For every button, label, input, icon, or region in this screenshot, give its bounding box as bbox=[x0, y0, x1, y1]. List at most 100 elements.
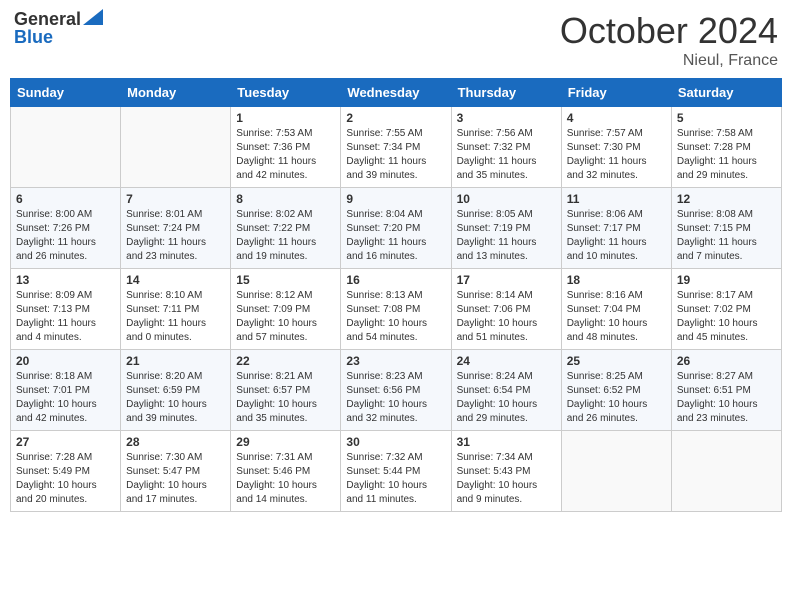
day-number: 24 bbox=[457, 354, 556, 368]
cell-details: Sunrise: 7:28 AMSunset: 5:49 PMDaylight:… bbox=[16, 452, 97, 505]
day-number: 26 bbox=[677, 354, 776, 368]
calendar-cell: 20 Sunrise: 8:18 AMSunset: 7:01 PMDayligh… bbox=[11, 350, 121, 431]
cell-details: Sunrise: 8:21 AMSunset: 6:57 PMDaylight:… bbox=[236, 371, 317, 424]
cell-details: Sunrise: 7:30 AMSunset: 5:47 PMDaylight:… bbox=[126, 452, 207, 505]
day-number: 25 bbox=[567, 354, 666, 368]
calendar-week-row: 13Sunrise: 8:09 AMSunset: 7:13 PMDayligh… bbox=[11, 269, 782, 350]
day-number: 18 bbox=[567, 273, 666, 287]
day-header-monday: Monday bbox=[121, 79, 231, 107]
logo-blue-text: Blue bbox=[14, 28, 53, 46]
day-number: 10 bbox=[457, 192, 556, 206]
calendar-cell bbox=[121, 107, 231, 188]
day-number: 12 bbox=[677, 192, 776, 206]
calendar-cell: 22 Sunrise: 8:21 AMSunset: 6:57 PMDayligh… bbox=[231, 350, 341, 431]
calendar-cell: 25 Sunrise: 8:25 AMSunset: 6:52 PMDayligh… bbox=[561, 350, 671, 431]
calendar-cell: 27 Sunrise: 7:28 AMSunset: 5:49 PMDayligh… bbox=[11, 431, 121, 512]
day-number: 22 bbox=[236, 354, 335, 368]
day-header-sunday: Sunday bbox=[11, 79, 121, 107]
month-title: October 2024 bbox=[560, 10, 778, 52]
calendar-cell: 23 Sunrise: 8:23 AMSunset: 6:56 PMDayligh… bbox=[341, 350, 451, 431]
cell-details: Sunrise: 8:24 AMSunset: 6:54 PMDaylight:… bbox=[457, 371, 538, 424]
calendar-cell: 28Sunrise: 7:30 AMSunset: 5:47 PMDayligh… bbox=[121, 431, 231, 512]
day-header-saturday: Saturday bbox=[671, 79, 781, 107]
day-number: 2 bbox=[346, 111, 445, 125]
calendar-cell: 30Sunrise: 7:32 AMSunset: 5:44 PMDayligh… bbox=[341, 431, 451, 512]
calendar-cell bbox=[11, 107, 121, 188]
calendar-cell: 17 Sunrise: 8:14 AMSunset: 7:06 PMDayligh… bbox=[451, 269, 561, 350]
cell-details: Sunrise: 8:12 AMSunset: 7:09 PMDaylight:… bbox=[236, 290, 317, 343]
calendar-cell: 9Sunrise: 8:04 AMSunset: 7:20 PMDaylight… bbox=[341, 188, 451, 269]
logo-general-text: General bbox=[14, 10, 81, 28]
calendar-cell: 29Sunrise: 7:31 AMSunset: 5:46 PMDayligh… bbox=[231, 431, 341, 512]
cell-details: Sunrise: 8:00 AMSunset: 7:26 PMDaylight:… bbox=[16, 209, 96, 262]
day-number: 17 bbox=[457, 273, 556, 287]
calendar-cell: 5 Sunrise: 7:58 AMSunset: 7:28 PMDaylight… bbox=[671, 107, 781, 188]
cell-details: Sunrise: 7:58 AMSunset: 7:28 PMDaylight:… bbox=[677, 128, 757, 181]
cell-details: Sunrise: 8:08 AMSunset: 7:15 PMDaylight:… bbox=[677, 209, 757, 262]
cell-details: Sunrise: 7:34 AMSunset: 5:43 PMDaylight:… bbox=[457, 452, 538, 505]
day-header-friday: Friday bbox=[561, 79, 671, 107]
cell-details: Sunrise: 8:02 AMSunset: 7:22 PMDaylight:… bbox=[236, 209, 316, 262]
calendar-cell: 7 Sunrise: 8:01 AMSunset: 7:24 PMDaylight… bbox=[121, 188, 231, 269]
cell-details: Sunrise: 8:20 AMSunset: 6:59 PMDaylight:… bbox=[126, 371, 207, 424]
calendar-cell: 24 Sunrise: 8:24 AMSunset: 6:54 PMDayligh… bbox=[451, 350, 561, 431]
day-number: 29 bbox=[236, 435, 335, 449]
day-number: 11 bbox=[567, 192, 666, 206]
calendar-cell: 19 Sunrise: 8:17 AMSunset: 7:02 PMDayligh… bbox=[671, 269, 781, 350]
cell-details: Sunrise: 8:05 AMSunset: 7:19 PMDaylight:… bbox=[457, 209, 537, 262]
calendar-cell: 10 Sunrise: 8:05 AMSunset: 7:19 PMDayligh… bbox=[451, 188, 561, 269]
cell-details: Sunrise: 8:09 AMSunset: 7:13 PMDaylight:… bbox=[16, 290, 96, 343]
cell-details: Sunrise: 8:23 AMSunset: 6:56 PMDaylight:… bbox=[346, 371, 427, 424]
calendar-header-row: SundayMondayTuesdayWednesdayThursdayFrid… bbox=[11, 79, 782, 107]
calendar-cell: 4 Sunrise: 7:57 AMSunset: 7:30 PMDaylight… bbox=[561, 107, 671, 188]
day-number: 20 bbox=[16, 354, 115, 368]
calendar-week-row: 20 Sunrise: 8:18 AMSunset: 7:01 PMDayligh… bbox=[11, 350, 782, 431]
cell-details: Sunrise: 7:55 AMSunset: 7:34 PMDaylight:… bbox=[346, 128, 426, 181]
calendar-week-row: 6Sunrise: 8:00 AMSunset: 7:26 PMDaylight… bbox=[11, 188, 782, 269]
cell-details: Sunrise: 8:27 AMSunset: 6:51 PMDaylight:… bbox=[677, 371, 758, 424]
cell-details: Sunrise: 8:13 AMSunset: 7:08 PMDaylight:… bbox=[346, 290, 427, 343]
calendar-cell: 3 Sunrise: 7:56 AMSunset: 7:32 PMDaylight… bbox=[451, 107, 561, 188]
day-number: 7 bbox=[126, 192, 225, 206]
cell-details: Sunrise: 7:57 AMSunset: 7:30 PMDaylight:… bbox=[567, 128, 647, 181]
calendar-cell bbox=[561, 431, 671, 512]
day-number: 27 bbox=[16, 435, 115, 449]
day-header-thursday: Thursday bbox=[451, 79, 561, 107]
cell-details: Sunrise: 7:56 AMSunset: 7:32 PMDaylight:… bbox=[457, 128, 537, 181]
day-number: 4 bbox=[567, 111, 666, 125]
calendar-cell: 13Sunrise: 8:09 AMSunset: 7:13 PMDayligh… bbox=[11, 269, 121, 350]
day-number: 5 bbox=[677, 111, 776, 125]
cell-details: Sunrise: 8:25 AMSunset: 6:52 PMDaylight:… bbox=[567, 371, 648, 424]
day-number: 16 bbox=[346, 273, 445, 287]
cell-details: Sunrise: 8:18 AMSunset: 7:01 PMDaylight:… bbox=[16, 371, 97, 424]
cell-details: Sunrise: 8:04 AMSunset: 7:20 PMDaylight:… bbox=[346, 209, 426, 262]
day-header-tuesday: Tuesday bbox=[231, 79, 341, 107]
cell-details: Sunrise: 8:16 AMSunset: 7:04 PMDaylight:… bbox=[567, 290, 648, 343]
logo-icon bbox=[83, 9, 103, 25]
calendar-cell: 11 Sunrise: 8:06 AMSunset: 7:17 PMDayligh… bbox=[561, 188, 671, 269]
calendar-cell: 31 Sunrise: 7:34 AMSunset: 5:43 PMDayligh… bbox=[451, 431, 561, 512]
calendar-cell: 2 Sunrise: 7:55 AMSunset: 7:34 PMDaylight… bbox=[341, 107, 451, 188]
day-number: 23 bbox=[346, 354, 445, 368]
calendar-cell: 21 Sunrise: 8:20 AMSunset: 6:59 PMDayligh… bbox=[121, 350, 231, 431]
calendar-cell: 1 Sunrise: 7:53 AMSunset: 7:36 PMDaylight… bbox=[231, 107, 341, 188]
cell-details: Sunrise: 7:53 AMSunset: 7:36 PMDaylight:… bbox=[236, 128, 316, 181]
cell-details: Sunrise: 8:06 AMSunset: 7:17 PMDaylight:… bbox=[567, 209, 647, 262]
day-number: 21 bbox=[126, 354, 225, 368]
day-number: 30 bbox=[346, 435, 445, 449]
calendar-cell: 6Sunrise: 8:00 AMSunset: 7:26 PMDaylight… bbox=[11, 188, 121, 269]
day-number: 15 bbox=[236, 273, 335, 287]
calendar-cell: 12 Sunrise: 8:08 AMSunset: 7:15 PMDayligh… bbox=[671, 188, 781, 269]
calendar-cell bbox=[671, 431, 781, 512]
day-number: 3 bbox=[457, 111, 556, 125]
day-number: 31 bbox=[457, 435, 556, 449]
cell-details: Sunrise: 8:17 AMSunset: 7:02 PMDaylight:… bbox=[677, 290, 758, 343]
logo: General Blue bbox=[14, 10, 103, 46]
cell-details: Sunrise: 8:10 AMSunset: 7:11 PMDaylight:… bbox=[126, 290, 206, 343]
calendar-table: SundayMondayTuesdayWednesdayThursdayFrid… bbox=[10, 78, 782, 512]
calendar-cell: 15 Sunrise: 8:12 AMSunset: 7:09 PMDayligh… bbox=[231, 269, 341, 350]
cell-details: Sunrise: 8:01 AMSunset: 7:24 PMDaylight:… bbox=[126, 209, 206, 262]
day-number: 19 bbox=[677, 273, 776, 287]
day-number: 1 bbox=[236, 111, 335, 125]
cell-details: Sunrise: 8:14 AMSunset: 7:06 PMDaylight:… bbox=[457, 290, 538, 343]
